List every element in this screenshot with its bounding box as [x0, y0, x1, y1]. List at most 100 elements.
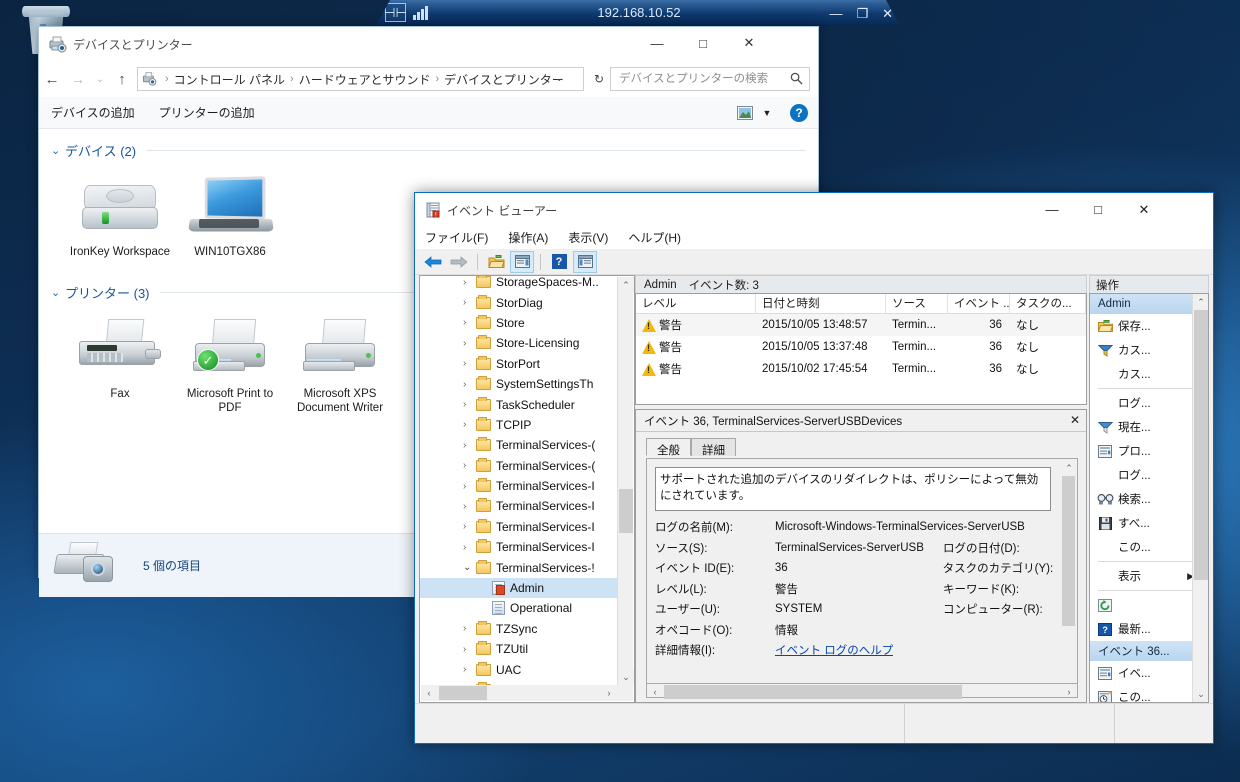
menu-action[interactable]: 操作(A)	[498, 228, 558, 248]
tree-node[interactable]: › Store-Licensing	[420, 333, 618, 353]
event-viewer-titlebar[interactable]: ! イベント ビューアー — □ ✕	[415, 193, 1213, 227]
tree-node[interactable]: › TCPIP	[420, 415, 618, 435]
chevron-right-icon[interactable]: ›	[463, 358, 476, 369]
actions-group-admin[interactable]: Admin ▲	[1090, 294, 1208, 314]
tree-node[interactable]: › TerminalServices-(	[420, 456, 618, 476]
action-view[interactable]: 表示 ▶	[1090, 564, 1208, 588]
tree-node[interactable]: › TerminalServices-(	[420, 435, 618, 455]
scroll-left-icon[interactable]: ‹	[421, 685, 437, 701]
search-input[interactable]	[617, 69, 787, 89]
action-attach-task-to-log[interactable]: この...	[1090, 535, 1208, 559]
scroll-up-icon[interactable]: ⌃	[1193, 294, 1208, 310]
action-open-saved-log[interactable]: 保存...	[1090, 314, 1208, 338]
printer-item-print-to-pdf[interactable]: ✓ Microsoft Print to PDF	[175, 303, 285, 415]
tree-node[interactable]: › TerminalServices-I	[420, 517, 618, 537]
tree-vertical-scrollbar[interactable]: ⌃ ⌄	[617, 277, 634, 685]
tree-node[interactable]: › TaskScheduler	[420, 394, 618, 414]
tree-node-operational[interactable]: Operational	[420, 598, 618, 618]
scroll-thumb[interactable]	[664, 685, 962, 699]
event-message-box[interactable]: サポートされた追加のデバイスのリダイレクトは、ポリシーによって無効にされています…	[655, 467, 1051, 511]
tree-node[interactable]: › Store	[420, 313, 618, 333]
chevron-right-icon[interactable]: ›	[463, 338, 476, 349]
show-action-pane-icon[interactable]	[573, 250, 597, 273]
chevron-right-icon[interactable]: ›	[463, 399, 476, 410]
column-header-event-id[interactable]: イベント ...	[948, 294, 1010, 313]
help-icon[interactable]: ?	[790, 103, 808, 122]
scroll-thumb[interactable]	[439, 686, 487, 700]
scroll-down-icon[interactable]: ⌄	[1193, 686, 1208, 702]
column-header-source[interactable]: ソース	[886, 294, 948, 313]
console-tree-pane[interactable]: › StorageSpaces-M.. › StorDiag › Store › Sto…	[419, 275, 635, 703]
column-header-datetime[interactable]: 日付と時刻	[756, 294, 886, 313]
rdp-restore-button[interactable]: ❐	[856, 7, 868, 20]
event-viewer-minimize-button[interactable]: —	[1029, 193, 1075, 226]
group-chevron-icon[interactable]: ⌄	[51, 286, 65, 299]
menu-file[interactable]: ファイル(F)	[415, 228, 498, 248]
up-button[interactable]: ↑	[109, 66, 135, 92]
chevron-right-icon[interactable]: ›	[463, 277, 476, 288]
breadcrumb-item-1[interactable]: ハードウェアとサウンド	[297, 71, 433, 88]
devices-window-titlebar[interactable]: デバイスとプリンター — □ ✕	[39, 27, 818, 61]
recent-locations-button[interactable]: ⌄	[91, 66, 109, 92]
chevron-right-icon[interactable]: ›	[463, 297, 476, 308]
chevron-right-icon[interactable]: ›	[463, 481, 476, 492]
table-row[interactable]: 警告 2015/10/05 13:37:48 Termin... 36 なし	[636, 336, 1086, 358]
tab-general[interactable]: 全般	[646, 438, 691, 457]
chevron-right-icon[interactable]: ›	[463, 644, 476, 655]
printer-item-xps-writer[interactable]: Microsoft XPS Document Writer	[285, 303, 395, 415]
scroll-right-icon[interactable]: ›	[601, 685, 617, 701]
back-button[interactable]: ←	[39, 66, 65, 92]
tree-node[interactable]: › TerminalServices-I	[420, 537, 618, 557]
chevron-right-icon[interactable]: ›	[463, 419, 476, 430]
tree-node[interactable]: › TZUtil	[420, 639, 618, 659]
scroll-up-icon[interactable]: ⌃	[618, 277, 634, 293]
action-create-custom-view[interactable]: カス...	[1090, 338, 1208, 362]
search-icon[interactable]	[790, 72, 803, 85]
device-item-win10tgx86[interactable]: WIN10TGX86	[175, 161, 285, 259]
tab-details[interactable]: 詳細	[691, 438, 736, 457]
scroll-thumb[interactable]	[1062, 476, 1075, 626]
scroll-up-icon[interactable]: ⌃	[1061, 460, 1077, 476]
chevron-right-icon[interactable]: ›	[463, 623, 476, 634]
action-find[interactable]: 検索...	[1090, 487, 1208, 511]
event-list-table[interactable]: レベル 日付と時刻 ソース イベント ... タスクの... 警告 2015/1…	[635, 293, 1087, 405]
action-save-all-events[interactable]: すべ...	[1090, 511, 1208, 535]
breadcrumb-item-0[interactable]: コントロール パネル	[172, 71, 287, 88]
view-options-caret-icon[interactable]: ▼	[758, 102, 776, 124]
column-header-level[interactable]: レベル	[636, 294, 756, 313]
tree-node[interactable]: › SystemSettingsTh	[420, 374, 618, 394]
scroll-right-icon[interactable]: ›	[1061, 684, 1077, 700]
tree-node[interactable]: › StorageSpaces-M..	[420, 276, 618, 292]
help-icon[interactable]: ?	[547, 251, 571, 273]
action-filter-current-log[interactable]: 現在...	[1090, 415, 1208, 439]
scroll-thumb[interactable]	[619, 489, 633, 533]
chevron-right-icon[interactable]: ›	[463, 521, 476, 532]
add-device-button[interactable]: デバイスの追加	[39, 97, 147, 128]
view-options-icon[interactable]	[732, 102, 758, 124]
action-import-custom-view[interactable]: カス...	[1090, 362, 1208, 386]
tree-node[interactable]: › TerminalServices-I	[420, 476, 618, 496]
chevron-right-icon[interactable]: ›	[463, 501, 476, 512]
scroll-thumb[interactable]	[1194, 310, 1208, 580]
scroll-left-icon[interactable]: ‹	[647, 684, 663, 700]
tree-node[interactable]: › UAC	[420, 659, 618, 679]
tree-horizontal-scrollbar[interactable]: ‹ ›	[421, 685, 633, 701]
devices-maximize-button[interactable]: □	[680, 27, 726, 59]
event-viewer-maximize-button[interactable]: □	[1075, 193, 1121, 226]
actions-group-event[interactable]: イベント 36... ▲	[1090, 641, 1208, 661]
devices-minimize-button[interactable]: —	[634, 27, 680, 59]
tree-node[interactable]: › TerminalServices-I	[420, 496, 618, 516]
action-clear-log[interactable]: ログ...	[1090, 391, 1208, 415]
printer-item-fax[interactable]: Fax	[65, 303, 175, 415]
chevron-right-icon[interactable]: ›	[463, 460, 476, 471]
tree-node-admin[interactable]: Admin	[420, 577, 618, 599]
menu-view[interactable]: 表示(V)	[558, 228, 618, 248]
properties-icon[interactable]	[510, 250, 534, 273]
add-printer-button[interactable]: プリンターの追加	[147, 97, 267, 128]
action-attach-task-to-event[interactable]: この...	[1090, 685, 1208, 702]
tree-node[interactable]: › TZSync	[420, 619, 618, 639]
breadcrumb-dropdown-icon[interactable]: ⌄	[555, 73, 563, 84]
column-header-task-category[interactable]: タスクの...	[1010, 294, 1086, 313]
table-row[interactable]: 警告 2015/10/02 17:45:54 Termin... 36 なし	[636, 358, 1086, 380]
forward-button[interactable]: →	[65, 66, 91, 92]
